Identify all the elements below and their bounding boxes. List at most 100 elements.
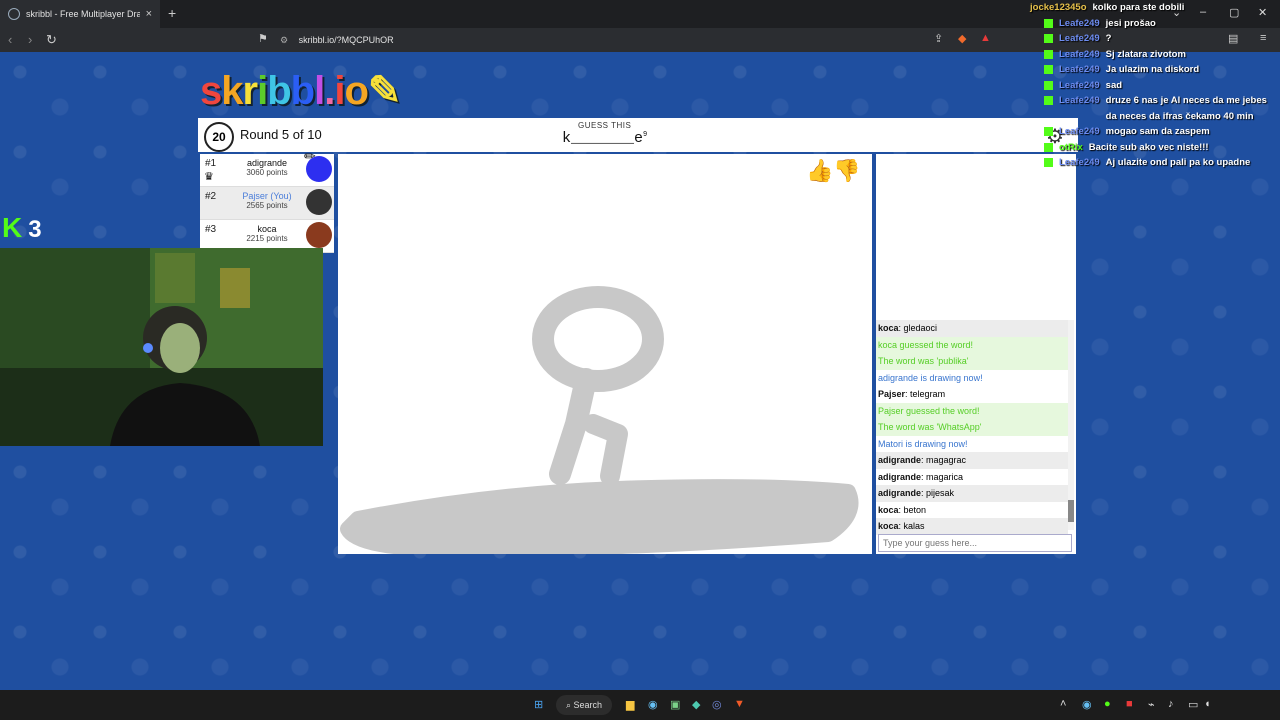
overlay-chat-message: jocke12345o kolko para ste dobili (1030, 2, 1185, 13)
thumbs-down-icon[interactable]: 👎 (833, 158, 860, 183)
kick-icon (1044, 96, 1053, 105)
overlay-chat-message: Leafe249 mogao sam da zaspem (1030, 124, 1280, 140)
chat-message: The word was 'WhatsApp' (876, 419, 1068, 436)
drawing-stroke-body (549, 368, 597, 485)
app-icon[interactable]: ◆ (692, 698, 700, 711)
kick-icon (1044, 18, 1053, 28)
avatar (306, 222, 332, 248)
player-row[interactable]: #1 ♛ adigrande 3060 points ✏ (200, 148, 334, 187)
overlay-chat-message: Leafe249 Sj zlatara zivotom (1030, 47, 1280, 63)
rewards-icon[interactable]: ▲ (980, 32, 991, 44)
kick-icon (1044, 142, 1053, 152)
chat-message: koca: kalas (876, 518, 1068, 535)
share-icon[interactable]: ⇪ (934, 32, 943, 45)
chat-message: koca guessed the word! (876, 336, 1068, 353)
chat-message: koca: beton (878, 504, 927, 515)
player-rank: #2 (205, 191, 217, 202)
file-explorer-icon[interactable]: ▆ (626, 698, 634, 711)
drawing-stroke-leg (583, 414, 628, 486)
kick-icon (1044, 127, 1053, 136)
overlay-chat-message: Leafe249 druze 6 nas je Al neces da me je… (1030, 93, 1280, 124)
overlay-chat-message: otRix Bacite sub ako vec niste!!! (1030, 140, 1280, 156)
vote-buttons: 👍👎 (806, 158, 861, 184)
word-hint: k_______e9 (562, 130, 647, 147)
tab-favicon-icon (8, 8, 20, 20)
bookmark-icon[interactable]: ⚑ (258, 32, 268, 45)
overlay-chat-message: Leafe249 Aj ulazite ond pali pa ko upadne (1030, 155, 1280, 171)
back-icon[interactable]: ‹ (8, 32, 12, 47)
player-rank: #3 (205, 224, 217, 235)
chat-scrollbar[interactable] (1068, 320, 1074, 530)
webcam-image (0, 248, 323, 446)
site-info-icon[interactable]: ⚙ (280, 35, 288, 45)
reload-icon[interactable]: ↻ (46, 32, 57, 48)
chat-message: The word was 'publika' (876, 353, 1068, 370)
windows-taskbar: ⊞ ⌕ Search ▆ ◉ ▣ ◆ ◎ ▼ ˄ ◉ ● ■ ⌁ ♪ ▭ ◖ (0, 690, 1280, 720)
game-header: 20 Round 5 of 10 GUESS THIS k_______e9 ⚙ (198, 118, 1078, 152)
drawing-stroke-head (532, 286, 664, 392)
taskbar-search[interactable]: ⌕ Search (556, 695, 612, 715)
kick-icon (1044, 34, 1053, 43)
kick-icon (1044, 158, 1053, 167)
brave-shield-icon[interactable]: ◆ (958, 32, 966, 45)
brave-icon[interactable]: ▼ (734, 698, 745, 710)
drawing-stroke-ground (340, 479, 859, 554)
drawing-canvas[interactable] (338, 154, 872, 554)
app-icon[interactable]: ▣ (670, 698, 680, 711)
tray-app-icon[interactable]: ● (1104, 698, 1111, 710)
chat-panel: koca: gledaoci koca guessed the word! Th… (876, 154, 1076, 554)
webcam-feed (0, 248, 323, 446)
kick-logo: K3 (2, 212, 42, 243)
guess-input[interactable] (878, 534, 1072, 552)
player-points: 3060 points (246, 168, 288, 177)
steam-icon[interactable]: ◉ (648, 698, 658, 711)
thumbs-up-icon[interactable]: 👍 (806, 158, 833, 183)
tray-steam-icon[interactable]: ◉ (1082, 698, 1092, 711)
round-indicator: Round 5 of 10 (240, 127, 322, 142)
chat-message: adigrande is drawing now! (878, 372, 983, 383)
kick-icon (1044, 80, 1053, 90)
stream-chat-overlay: jocke12345o kolko para ste dobili Leafe24… (1030, 0, 1280, 171)
player-points: 2565 points (246, 201, 288, 210)
overlay-chat-message: Leafe249 jesi prošao (1030, 16, 1280, 32)
guess-label: GUESS THIS (578, 121, 632, 130)
crown-icon: ♛ (204, 171, 214, 183)
tray-app-icon[interactable]: ■ (1126, 698, 1133, 710)
volume-icon[interactable]: ◖ (1204, 698, 1211, 710)
browser-tab[interactable]: skribbl - Free Multiplayer Drawing × (0, 0, 160, 28)
forward-icon[interactable]: › (28, 32, 32, 47)
overlay-chat-message: Leafe249 sad (1030, 78, 1280, 94)
tab-close-icon[interactable]: × (146, 8, 152, 20)
usb-icon[interactable]: ⌁ (1148, 698, 1155, 711)
address-bar[interactable]: ⚙ skribbl.io/?MQCPUhOR (280, 32, 1000, 48)
chat-messages: koca: gledaoci koca guessed the word! Th… (876, 320, 1068, 535)
kick-icon (1044, 65, 1053, 74)
kick-icon (1044, 49, 1053, 59)
avatar (306, 156, 332, 182)
timer: 20 (204, 122, 234, 152)
word-length: 9 (643, 131, 648, 139)
microphone-icon[interactable]: ♪ (1168, 698, 1174, 710)
kick-count: 3 (28, 216, 42, 243)
network-icon[interactable]: ▭ (1188, 698, 1198, 711)
new-tab-button[interactable]: + (168, 5, 176, 21)
scrollbar-thumb[interactable] (1068, 500, 1074, 522)
avatar (306, 189, 332, 215)
word-hint-text: k_______e (562, 130, 644, 147)
overlay-chat-message: Leafe249? (1030, 31, 1280, 47)
chat-message: Matori is drawing now! (878, 438, 968, 449)
url-text: skribbl.io/?MQCPUhOR (298, 35, 394, 45)
player-points: 2215 points (246, 234, 288, 243)
tab-title: skribbl - Free Multiplayer Drawing (26, 9, 140, 19)
chat-message: adigrande: magarica (878, 471, 964, 482)
chat-message: Pajser: telegram (878, 389, 946, 399)
player-rank: #1 (205, 158, 217, 169)
player-row[interactable]: #2 Pajser (You) 2565 points (200, 187, 334, 220)
discord-icon[interactable]: ◎ (712, 698, 722, 711)
player-name: koca (257, 224, 277, 234)
start-icon[interactable]: ⊞ (534, 698, 543, 711)
chevron-up-icon[interactable]: ˄ (1060, 698, 1066, 710)
chat-message: Pajser guessed the word! (876, 402, 1068, 419)
chat-message: koca: gledaoci (876, 320, 1068, 337)
drawing (340, 286, 859, 554)
